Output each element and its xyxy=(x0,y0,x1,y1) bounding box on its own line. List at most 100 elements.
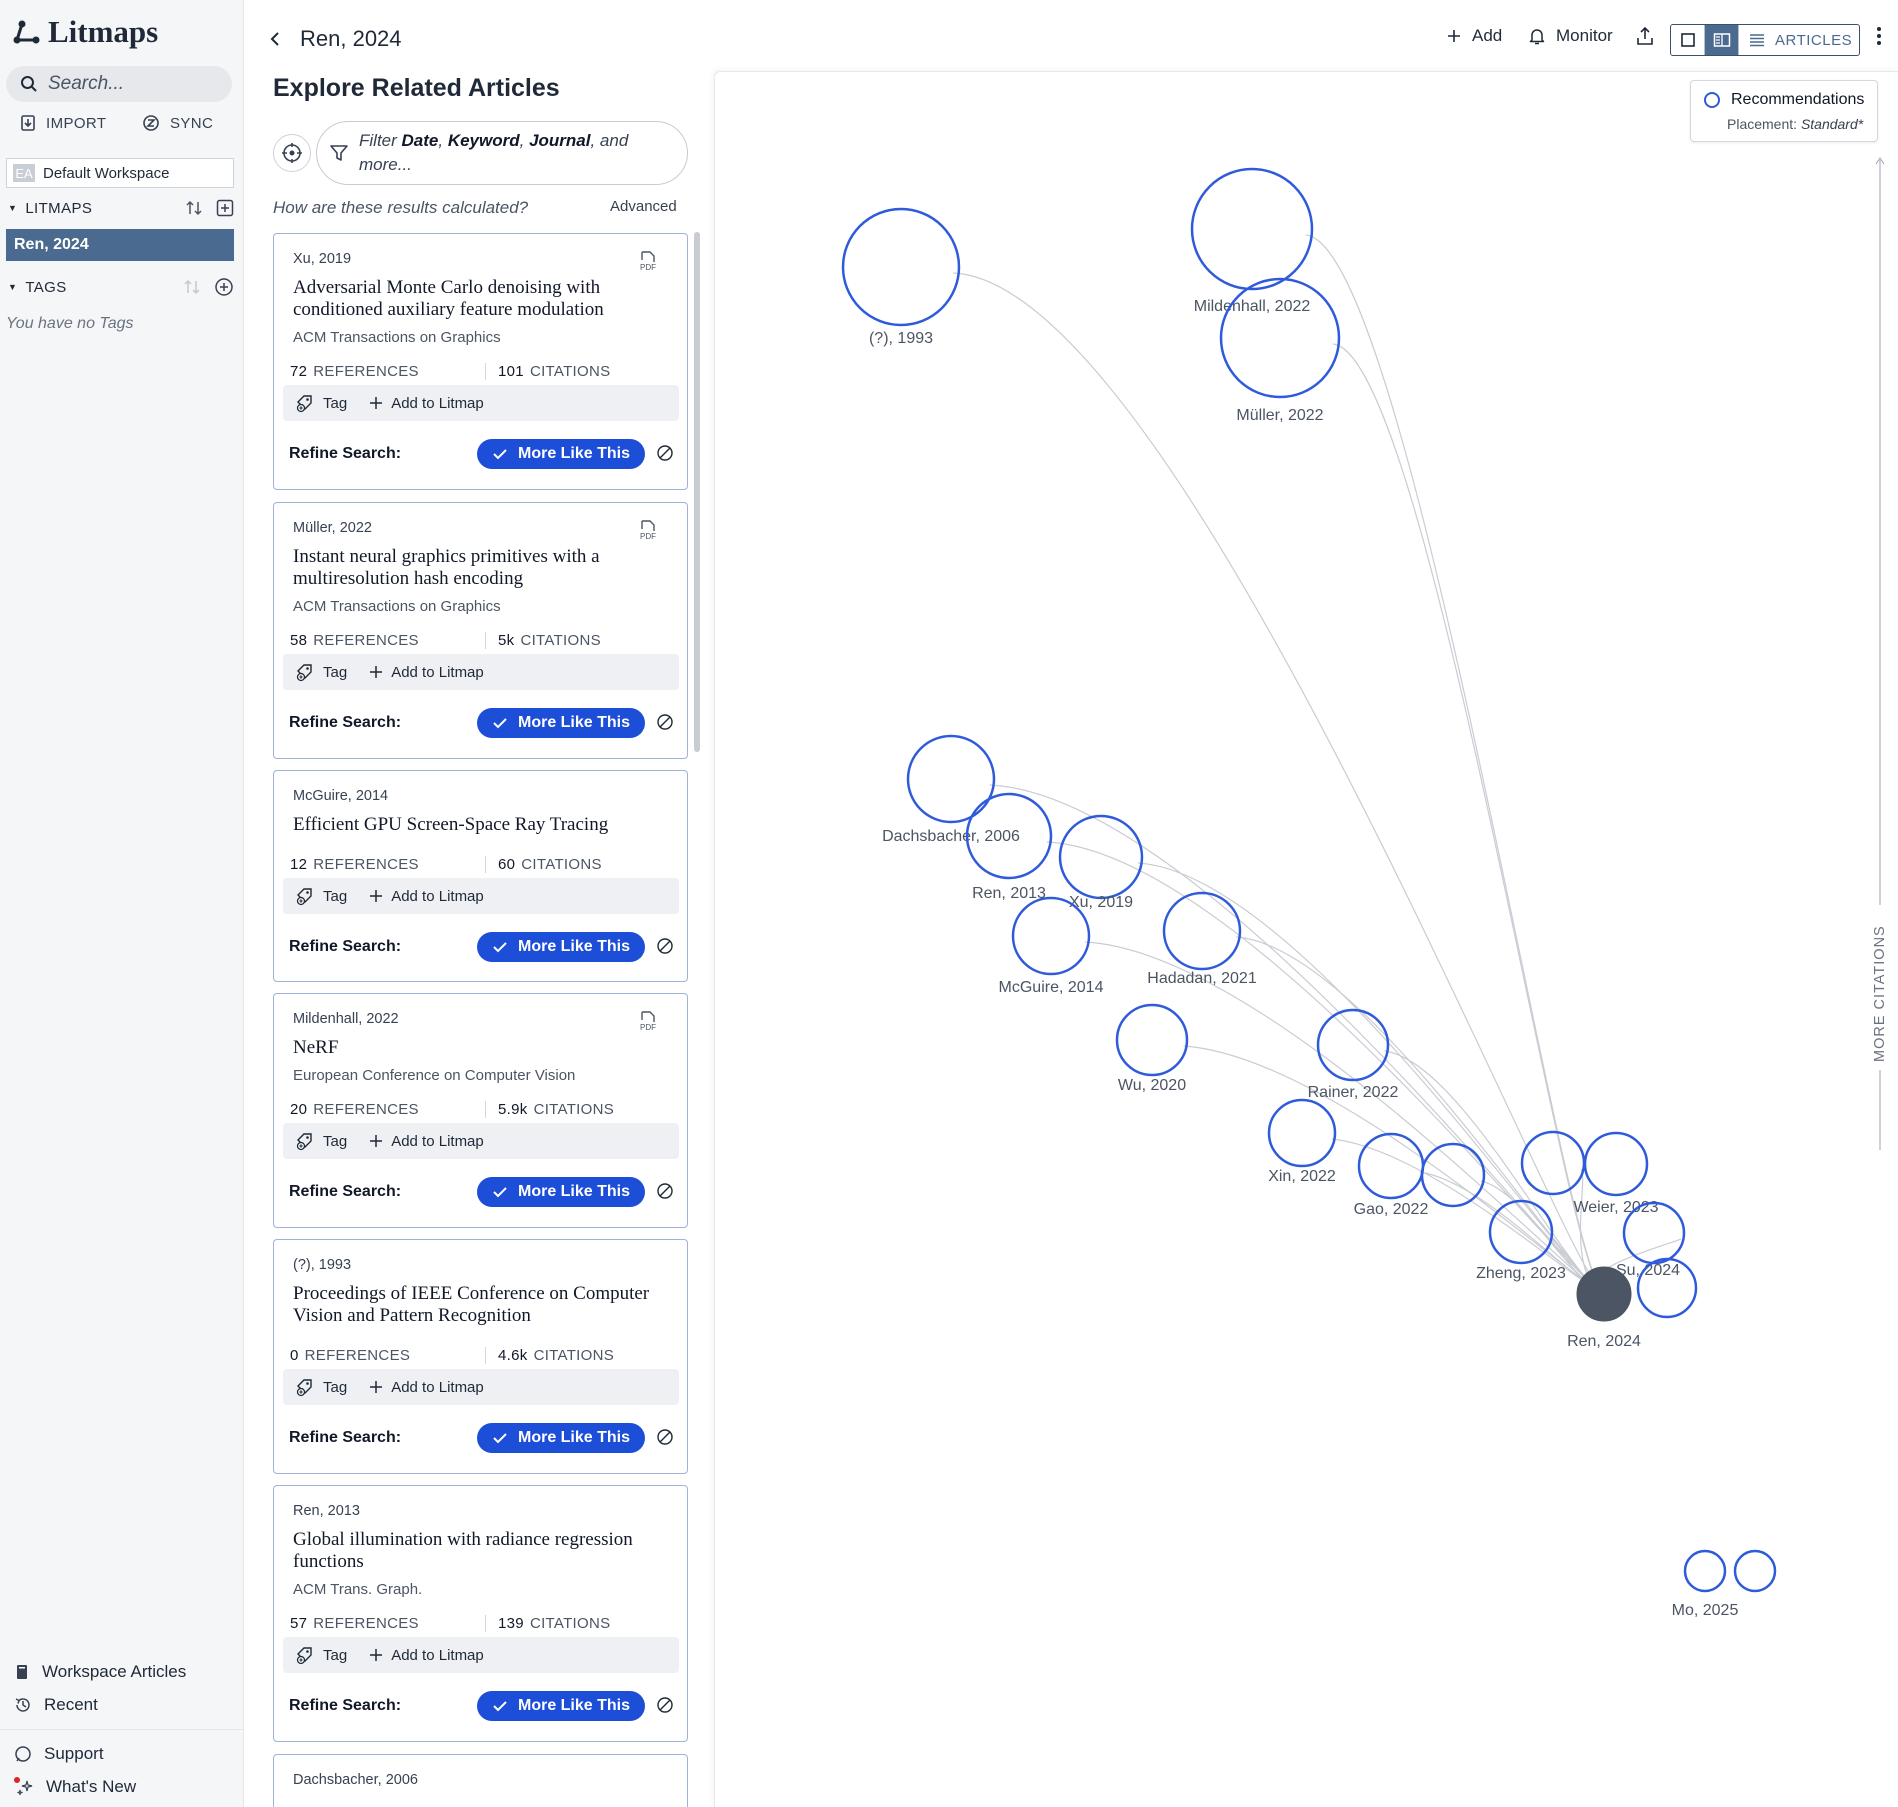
add-map-icon[interactable] xyxy=(216,199,234,217)
tag-button[interactable]: Tag xyxy=(295,662,347,682)
support-link[interactable]: Support xyxy=(14,1744,104,1764)
app-logo[interactable]: Litmaps xyxy=(12,14,158,50)
map-title[interactable]: Ren, 2024 xyxy=(300,26,402,52)
tag-icon xyxy=(296,1379,312,1397)
list-scrollbar[interactable] xyxy=(694,232,700,752)
card-stats: 58 REFERENCES 5k CITATIONS xyxy=(290,632,674,649)
exclude-icon[interactable] xyxy=(655,1427,675,1447)
card-citations[interactable]: 139 CITATIONS xyxy=(486,1615,610,1632)
articles-label: ARTICLES xyxy=(1775,31,1853,49)
tags-section-header[interactable]: ▼ TAGS xyxy=(8,277,234,297)
import-button[interactable]: IMPORT xyxy=(20,114,106,132)
back-chevron-icon[interactable] xyxy=(268,31,282,47)
advanced-button[interactable]: Advanced xyxy=(610,198,677,215)
card-title[interactable]: Efficient GPU Screen-Space Ray Tracing xyxy=(293,814,663,836)
refine-search-label: Refine Search: xyxy=(289,1429,402,1446)
sync-button[interactable]: SYNC xyxy=(142,114,213,132)
exclude-icon[interactable] xyxy=(655,936,675,956)
exclude-icon[interactable] xyxy=(655,1181,675,1201)
add-to-litmap-button[interactable]: Add to Litmap xyxy=(369,664,484,681)
share-button[interactable] xyxy=(1636,26,1654,46)
add-to-litmap-button[interactable]: Add to Litmap xyxy=(369,888,484,905)
card-title[interactable]: Proceedings of IEEE Conference on Comput… xyxy=(293,1283,663,1327)
workspace-articles-link[interactable]: Workspace Articles xyxy=(14,1662,186,1682)
card-citations[interactable]: 101 CITATIONS xyxy=(486,363,610,380)
how-calculated-link[interactable]: How are these results calculated? xyxy=(273,198,528,218)
card-references[interactable]: 20 REFERENCES xyxy=(290,1101,486,1118)
tag-button[interactable]: Tag xyxy=(295,886,347,906)
tag-button[interactable]: Tag xyxy=(295,1131,347,1151)
article-card[interactable]: Dachsbacher, 2006 xyxy=(273,1754,688,1807)
monitor-button[interactable]: Monitor xyxy=(1528,26,1613,46)
tag-icon xyxy=(296,888,312,906)
plus-icon xyxy=(370,1135,383,1147)
article-card[interactable]: Mildenhall, 2022 PDF NeRF European Confe… xyxy=(273,993,688,1228)
article-card[interactable]: McGuire, 2014 Efficient GPU Screen-Space… xyxy=(273,770,688,982)
add-button[interactable]: Add xyxy=(1446,26,1502,46)
article-card[interactable]: Xu, 2019 PDF Adversarial Monte Carlo den… xyxy=(273,233,688,490)
card-citations[interactable]: 5.9k CITATIONS xyxy=(486,1101,614,1118)
card-title[interactable]: Global illumination with radiance regres… xyxy=(293,1529,663,1573)
pdf-icon[interactable]: PDF xyxy=(637,250,657,272)
card-title[interactable]: Adversarial Monte Carlo denoising with c… xyxy=(293,277,663,321)
whats-new-label: What's New xyxy=(46,1777,137,1796)
more-like-this-button[interactable]: More Like This xyxy=(477,1423,645,1453)
legend-placement: Placement: Standard* xyxy=(1727,116,1864,132)
search-input[interactable]: Search... xyxy=(6,66,232,102)
more-like-this-button[interactable]: More Like This xyxy=(477,932,645,962)
sync-label: SYNC xyxy=(170,114,214,132)
card-citations[interactable]: 60 CITATIONS xyxy=(486,856,602,873)
card-title[interactable]: Instant neural graphics primitives with … xyxy=(293,546,663,590)
exclude-icon[interactable] xyxy=(655,443,675,463)
exclude-icon[interactable] xyxy=(655,1695,675,1715)
exclude-icon[interactable] xyxy=(655,712,675,732)
tag-button[interactable]: Tag xyxy=(295,1645,347,1665)
tag-button[interactable]: Tag xyxy=(295,1377,347,1397)
card-references[interactable]: 12 REFERENCES xyxy=(290,856,486,873)
card-references[interactable]: 57 REFERENCES xyxy=(290,1615,486,1632)
workspace-selector[interactable]: EA Default Workspace xyxy=(6,158,234,188)
more-like-this-button[interactable]: More Like This xyxy=(477,708,645,738)
card-references[interactable]: 72 REFERENCES xyxy=(290,363,486,380)
articles-view-button[interactable]: ARTICLES xyxy=(1739,25,1852,55)
map-header: Ren, 2024 xyxy=(268,26,402,52)
kebab-menu-icon xyxy=(1877,27,1881,45)
refine-search-label: Refine Search: xyxy=(289,445,402,462)
card-title[interactable]: NeRF xyxy=(293,1037,663,1059)
card-title[interactable] xyxy=(293,1798,663,1807)
card-citations[interactable]: 5k CITATIONS xyxy=(486,632,601,649)
add-to-litmap-button[interactable]: Add to Litmap xyxy=(369,1133,484,1150)
explore-mode-button[interactable] xyxy=(273,134,311,172)
card-references[interactable]: 0 REFERENCES xyxy=(290,1347,486,1364)
add-to-litmap-button[interactable]: Add to Litmap xyxy=(369,1647,484,1664)
add-to-litmap-button[interactable]: Add to Litmap xyxy=(369,395,484,412)
tag-button[interactable]: Tag xyxy=(295,393,347,413)
article-card[interactable]: (?), 1993 Proceedings of IEEE Conference… xyxy=(273,1239,688,1474)
view-switcher: ARTICLES xyxy=(1670,24,1860,56)
add-tag-icon[interactable] xyxy=(214,277,234,297)
sidebar-item-ren-2024[interactable]: Ren, 2024 xyxy=(6,229,234,261)
no-tags-text: You have no Tags xyxy=(6,315,134,332)
more-like-this-button[interactable]: More Like This xyxy=(477,1177,645,1207)
refine-search-label: Refine Search: xyxy=(289,938,402,955)
more-menu-button[interactable] xyxy=(1876,26,1882,46)
recent-link[interactable]: Recent xyxy=(14,1695,98,1715)
pdf-icon[interactable]: PDF xyxy=(637,1010,657,1032)
svg-text:PDF: PDF xyxy=(640,532,656,541)
whats-new-link[interactable]: What's New xyxy=(14,1777,136,1797)
card-citations[interactable]: 4.6k CITATIONS xyxy=(486,1347,614,1364)
split-view-button[interactable] xyxy=(1705,25,1739,55)
more-like-this-button[interactable]: More Like This xyxy=(477,1691,645,1721)
citation-map[interactable] xyxy=(714,71,1898,1807)
litmaps-section-header[interactable]: ▼ LITMAPS xyxy=(8,199,234,217)
article-card[interactable]: Ren, 2013 Global illumination with radia… xyxy=(273,1485,688,1742)
article-card[interactable]: Müller, 2022 PDF Instant neural graphics… xyxy=(273,502,688,759)
add-to-litmap-button[interactable]: Add to Litmap xyxy=(369,1379,484,1396)
card-references[interactable]: 58 REFERENCES xyxy=(290,632,486,649)
sort-icon[interactable] xyxy=(186,199,202,217)
map-only-view-button[interactable] xyxy=(1671,25,1705,55)
map-legend[interactable]: Recommendations Placement: Standard* xyxy=(1690,80,1878,142)
filter-input[interactable]: Filter Date, Keyword, Journal, and more.… xyxy=(316,121,688,185)
more-like-this-button[interactable]: More Like This xyxy=(477,439,645,469)
pdf-icon[interactable]: PDF xyxy=(637,519,657,541)
